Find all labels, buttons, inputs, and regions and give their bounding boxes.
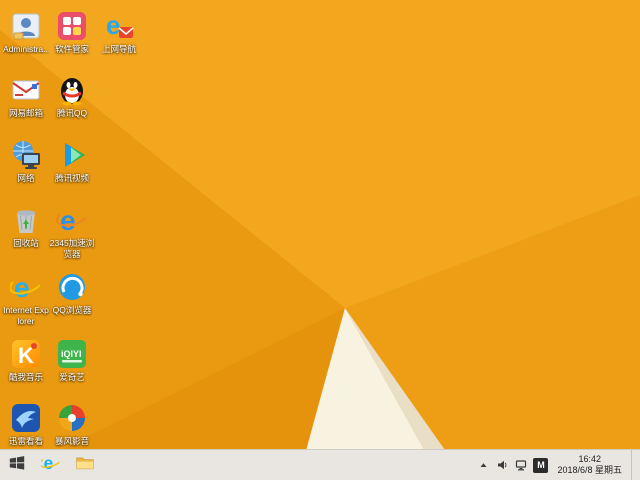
desktop-icon-iqiyi[interactable]: iQIYI 爱奇艺 — [49, 338, 95, 383]
desktop-icon-recycle-bin[interactable]: 回收站 — [3, 204, 49, 249]
taskbar: e M 16:42 2018/6/8 星期五 — [0, 449, 640, 480]
kuwo-music-icon: K — [10, 338, 42, 370]
user-files-icon — [10, 10, 42, 42]
mail-icon — [10, 74, 42, 106]
desktop-icon-label: 腾讯QQ — [56, 108, 88, 118]
input-method-indicator[interactable]: M — [533, 457, 549, 473]
clock-time: 16:42 — [578, 454, 601, 464]
svg-text:e: e — [14, 272, 30, 303]
desktop-icon-administrator[interactable]: Administra... — [3, 10, 49, 55]
qq-browser-icon — [56, 271, 88, 303]
desktop-icon-software-manager[interactable]: 软件管家 — [49, 10, 95, 55]
desktop-icon-label: 回收站 — [13, 238, 39, 248]
internet-explorer-icon: e — [10, 271, 42, 303]
hidden-icons-arrow[interactable] — [476, 458, 490, 472]
desktop-icon-tencent-video[interactable]: 腾讯视频 — [49, 139, 95, 184]
desktop-icon-qq-browser[interactable]: QQ浏览器 — [49, 271, 95, 316]
desktop-icon-web-navigation[interactable]: e 上网导航 — [96, 10, 142, 55]
desktop-icon-label: 暴风影音 — [54, 436, 89, 446]
svg-text:e: e — [106, 10, 120, 40]
network-icon[interactable] — [514, 458, 528, 472]
desktop-icon-baofeng-player[interactable]: 暴风影音 — [49, 402, 95, 447]
desktop-icon-network[interactable]: 网络 — [3, 139, 49, 184]
desktop-icon-kuwo-music[interactable]: K 酷我音乐 — [3, 338, 49, 383]
desktop-icon-label: Internet Explorer — [3, 305, 49, 326]
software-manager-icon — [56, 10, 88, 42]
show-desktop-button[interactable] — [631, 450, 638, 480]
desktop-icon-label: QQ浏览器 — [52, 305, 92, 315]
desktop-icon-xunlei-kankan[interactable]: 迅雷看看 — [3, 402, 49, 447]
desktop-icon-label: 迅雷看看 — [8, 436, 43, 446]
web-navigation-icon: e — [103, 10, 135, 42]
system-tray: M 16:42 2018/6/8 星期五 — [476, 450, 640, 480]
start-button[interactable] — [0, 450, 34, 480]
desktop-icon-browser-2345[interactable]: e 2345加速浏览器 — [49, 204, 95, 259]
windows-logo-icon — [8, 454, 26, 477]
desktop-icon-label: Administra... — [3, 44, 49, 54]
taskbar-clock[interactable]: 16:42 2018/6/8 星期五 — [553, 454, 626, 476]
recycle-bin-icon — [10, 204, 42, 236]
baofeng-player-icon — [56, 402, 88, 434]
svg-text:e: e — [60, 205, 76, 236]
desktop-icon-internet-explorer[interactable]: e Internet Explorer — [3, 271, 49, 326]
taskbar-file-explorer-button[interactable] — [68, 450, 102, 480]
tencent-video-icon — [56, 139, 88, 171]
desktop-icon-label: 腾讯视频 — [54, 173, 89, 183]
iqiyi-icon: iQIYI — [56, 338, 88, 370]
desktop-icon-label: 酷我音乐 — [8, 372, 43, 382]
volume-icon[interactable] — [495, 458, 509, 472]
xunlei-kankan-icon — [10, 402, 42, 434]
internet-explorer-icon: e — [39, 452, 61, 478]
network-icon — [10, 139, 42, 171]
wallpaper — [0, 0, 640, 480]
desktop-icon-tencent-qq[interactable]: 腾讯QQ — [49, 74, 95, 119]
desktop-icon-label: 网络 — [17, 173, 35, 183]
desktop-icon-label: 爱奇艺 — [59, 372, 85, 382]
browser-2345-icon: e — [56, 204, 88, 236]
qq-penguin-icon — [56, 74, 88, 106]
desktop-icon-label: 上网导航 — [101, 44, 136, 54]
desktop-icon-label: 网易邮箱 — [8, 108, 43, 118]
folder-icon — [75, 453, 95, 478]
svg-text:iQIYI: iQIYI — [61, 349, 82, 359]
desktop-icon-mail[interactable]: 网易邮箱 — [3, 74, 49, 119]
taskbar-ie-button[interactable]: e — [34, 450, 68, 480]
desktop-icon-label: 2345加速浏览器 — [49, 238, 95, 259]
clock-date: 2018/6/8 星期五 — [557, 465, 622, 475]
svg-text:e: e — [44, 453, 54, 473]
desktop-icon-label: 软件管家 — [54, 44, 89, 54]
